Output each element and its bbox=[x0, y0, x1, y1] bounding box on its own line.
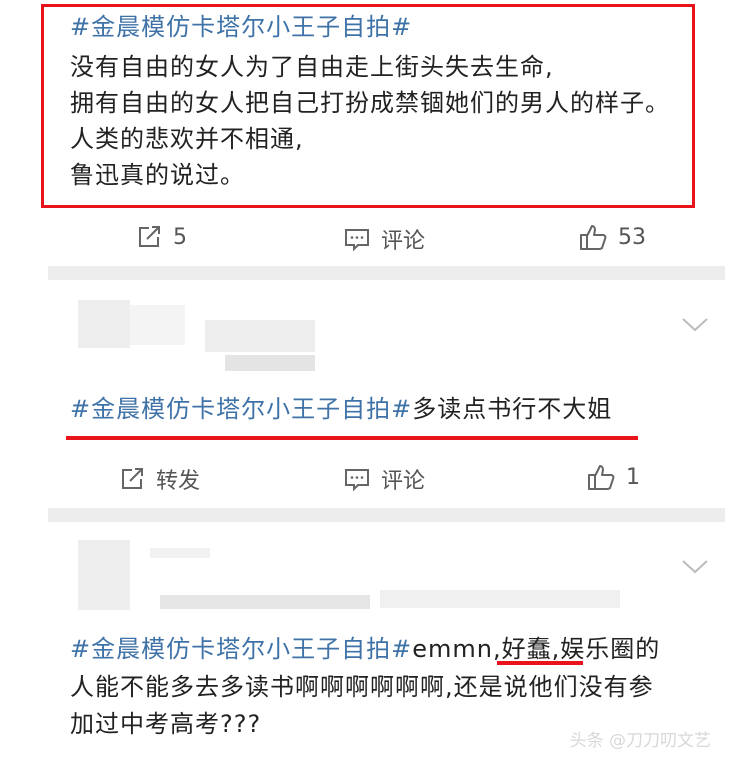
post1-line-3: 人类的悲欢并不相通, bbox=[70, 125, 304, 153]
like-icon bbox=[580, 225, 607, 250]
red-underline bbox=[66, 436, 638, 440]
like-count: 1 bbox=[626, 464, 640, 490]
post-divider bbox=[48, 266, 725, 280]
red-underline bbox=[497, 661, 583, 665]
like-count: 53 bbox=[618, 224, 646, 250]
comment-button[interactable]: 评论 bbox=[343, 463, 425, 495]
avatar-blur bbox=[130, 305, 185, 345]
repost-icon bbox=[139, 226, 160, 247]
post3-text-b: ,娱乐圈的 bbox=[551, 635, 661, 663]
username[interactable] bbox=[150, 548, 210, 558]
watermark: 头条 @刀刀叨文艺 bbox=[569, 731, 711, 751]
post-meta bbox=[225, 355, 315, 371]
like-icon bbox=[588, 465, 615, 490]
repost-button[interactable]: 5 bbox=[135, 223, 187, 251]
post-meta-blur bbox=[380, 590, 620, 608]
repost-icon bbox=[122, 468, 143, 489]
repost-label: 转发 bbox=[156, 469, 201, 494]
like-button[interactable]: 53 bbox=[578, 223, 646, 251]
avatar[interactable] bbox=[78, 300, 130, 348]
post3-line-2: 人能不能多去多读书啊啊啊啊啊啊,还是说他们没有参 bbox=[70, 673, 654, 701]
post-meta bbox=[160, 595, 370, 609]
post3-text-a: emmn, bbox=[412, 635, 502, 663]
post3-line-3: 加过中考高考??? bbox=[70, 710, 262, 738]
post1-line-2: 拥有自由的女人把自己打扮成禁锢她们的男人的样子。 bbox=[70, 89, 670, 117]
post1-line-4: 鲁迅真的说过。 bbox=[70, 161, 245, 189]
post3-hashtag[interactable]: #金晨模仿卡塔尔小王子自拍# bbox=[70, 635, 412, 663]
post1-line-1: 没有自由的女人为了自由走上街头失去生命, bbox=[70, 53, 554, 81]
comment-label: 评论 bbox=[381, 469, 426, 494]
repost-button[interactable]: 转发 bbox=[118, 463, 200, 495]
post1-hashtag[interactable]: #金晨模仿卡塔尔小王子自拍# bbox=[70, 10, 412, 45]
post-divider bbox=[48, 508, 725, 522]
comment-icon bbox=[345, 469, 369, 492]
comment-label: 评论 bbox=[381, 229, 426, 254]
comment-button[interactable]: 评论 bbox=[343, 223, 425, 255]
repost-count: 5 bbox=[173, 224, 187, 250]
post2-hashtag[interactable]: #金晨模仿卡塔尔小王子自拍# bbox=[70, 395, 412, 423]
username[interactable] bbox=[205, 320, 315, 352]
chevron-down-icon[interactable] bbox=[680, 556, 710, 576]
post2-text: 多读点书行不大姐 bbox=[412, 395, 613, 423]
chevron-down-icon[interactable] bbox=[680, 314, 710, 334]
like-button[interactable]: 1 bbox=[586, 463, 640, 491]
avatar[interactable] bbox=[78, 540, 130, 610]
comment-icon bbox=[345, 229, 369, 252]
post2-content: #金晨模仿卡塔尔小王子自拍#多读点书行不大姐 bbox=[70, 392, 612, 427]
post3-highlight: 好蠢 bbox=[501, 635, 552, 663]
